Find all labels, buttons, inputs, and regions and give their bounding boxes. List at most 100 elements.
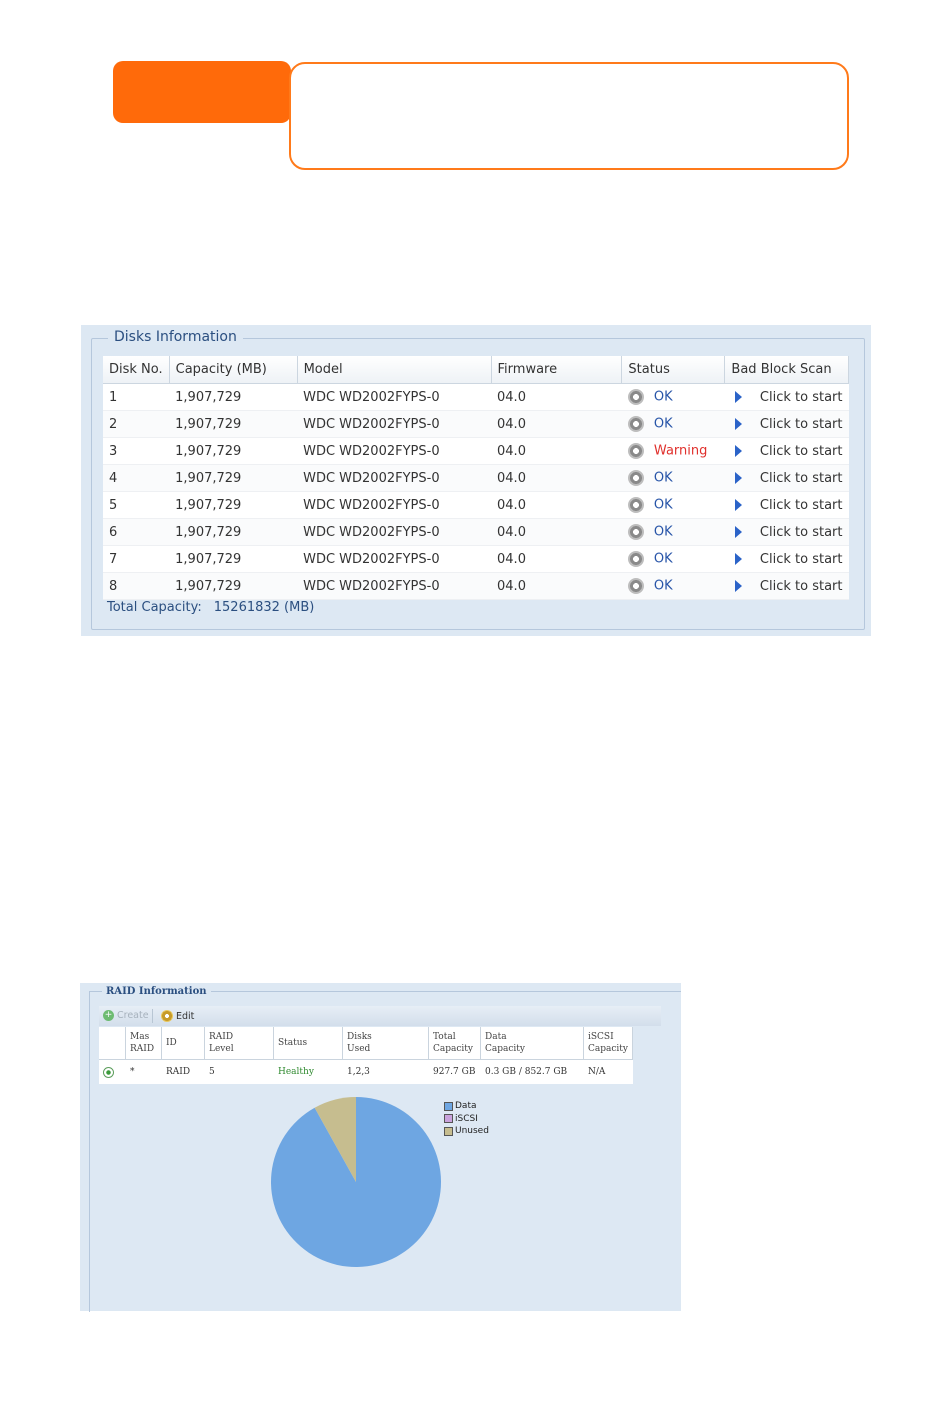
legend-swatch xyxy=(444,1101,453,1111)
click-to-start-link[interactable]: Click to start xyxy=(760,390,843,405)
column-header-select xyxy=(99,1027,126,1060)
play-icon[interactable] xyxy=(734,391,742,403)
click-to-start-link[interactable]: Click to start xyxy=(760,552,843,567)
table-row: 2 1,907,729 WDC WD2002FYPS-0 04.0 OK Click to… xyxy=(103,410,849,438)
disk-model: WDC WD2002FYPS-0 xyxy=(297,545,492,573)
play-icon[interactable] xyxy=(734,553,742,565)
radio-selected-icon[interactable] xyxy=(103,1066,114,1078)
column-header-master-raid[interactable]: Mas RAID xyxy=(125,1027,162,1060)
column-header-capacity[interactable]: Capacity (MB) xyxy=(169,356,298,384)
bad-block-scan[interactable]: Click to start xyxy=(724,410,849,438)
raid-row-select[interactable] xyxy=(99,1059,126,1084)
disk-model: WDC WD2002FYPS-0 xyxy=(297,437,492,465)
disk-capacity: 1,907,729 xyxy=(169,410,298,438)
raid-total-capacity: 927.7 GB xyxy=(428,1059,481,1084)
pie-legend: Data iSCSI Unused xyxy=(444,1100,489,1138)
disk-status: OK xyxy=(621,518,725,546)
column-header-bad-block-scan[interactable]: Bad Block Scan xyxy=(724,356,849,384)
click-to-start-link[interactable]: Click to start xyxy=(760,525,843,540)
disk-capacity: 1,907,729 xyxy=(169,464,298,492)
column-header-status[interactable]: Status xyxy=(273,1027,343,1060)
column-header-disk-no[interactable]: Disk No. xyxy=(103,356,170,384)
table-row: 6 1,907,729 WDC WD2002FYPS-0 04.0 OK Click to… xyxy=(103,518,849,546)
disk-status: OK xyxy=(621,572,725,600)
bad-block-scan[interactable]: Click to start xyxy=(724,572,849,600)
raid-table: Mas RAID ID RAID Level Status Disks Used To… xyxy=(99,1027,633,1084)
gear-icon[interactable] xyxy=(627,578,644,594)
legend-label: Unused xyxy=(455,1126,489,1137)
legend-item-data: Data xyxy=(444,1100,489,1113)
gear-icon[interactable] xyxy=(627,470,644,486)
edit-button-label: Edit xyxy=(176,1010,195,1022)
capacity-pie-chart xyxy=(271,1097,441,1267)
legend-item-unused: Unused xyxy=(444,1125,489,1138)
click-to-start-link[interactable]: Click to start xyxy=(760,444,843,459)
add-icon: + xyxy=(103,1010,114,1021)
disk-model: WDC WD2002FYPS-0 xyxy=(297,410,492,438)
column-header-firmware[interactable]: Firmware xyxy=(491,356,623,384)
gear-icon[interactable] xyxy=(627,497,644,513)
raid-status: Healthy xyxy=(273,1059,343,1084)
gear-icon[interactable] xyxy=(627,443,644,459)
disk-status-text: OK xyxy=(653,470,673,486)
click-to-start-link[interactable]: Click to start xyxy=(760,498,843,513)
column-header-disks-used[interactable]: Disks Used xyxy=(342,1027,429,1060)
total-capacity: Total Capacity: 15261832 (MB) xyxy=(107,600,314,615)
raid-information-panel: RAID Information + Create Edit Mas RAID I… xyxy=(80,983,681,1312)
table-row: 3 1,907,729 WDC WD2002FYPS-0 04.0 Warning Cli… xyxy=(103,437,849,465)
click-to-start-link[interactable]: Click to start xyxy=(760,579,843,594)
play-icon[interactable] xyxy=(734,526,742,538)
toolbar-separator xyxy=(152,1009,153,1023)
play-icon[interactable] xyxy=(734,472,742,484)
edit-button[interactable]: Edit xyxy=(161,1010,194,1022)
bad-block-scan[interactable]: Click to start xyxy=(724,518,849,546)
column-header-model[interactable]: Model xyxy=(297,356,492,384)
column-header-iscsi-capacity[interactable]: iSCSI Capacity xyxy=(583,1027,633,1060)
raid-panel-title: RAID Information xyxy=(102,986,211,997)
column-header-id[interactable]: ID xyxy=(161,1027,205,1060)
raid-toolbar: + Create Edit xyxy=(99,1006,661,1026)
play-icon[interactable] xyxy=(734,418,742,430)
legend-swatch xyxy=(444,1126,453,1136)
total-capacity-label: Total Capacity: xyxy=(107,600,202,615)
click-to-start-link[interactable]: Click to start xyxy=(760,417,843,432)
total-capacity-value: 15261832 (MB) xyxy=(213,600,315,615)
play-icon[interactable] xyxy=(734,580,742,592)
disk-firmware: 04.0 xyxy=(491,572,622,600)
disk-status: OK xyxy=(621,383,725,411)
disk-firmware: 04.0 xyxy=(491,545,622,573)
click-to-start-link[interactable]: Click to start xyxy=(760,471,843,486)
table-row: 1 1,907,729 WDC WD2002FYPS-0 04.0 OK Click to… xyxy=(103,383,849,411)
bad-block-scan[interactable]: Click to start xyxy=(724,383,849,411)
column-header-data-capacity[interactable]: Data Capacity xyxy=(480,1027,584,1060)
raid-iscsi-capacity: N/A xyxy=(583,1059,633,1084)
disk-status: OK xyxy=(621,410,725,438)
gear-icon[interactable] xyxy=(627,416,644,432)
column-header-raid-level[interactable]: RAID Level xyxy=(204,1027,274,1060)
gear-icon[interactable] xyxy=(627,551,644,567)
edit-gear-icon xyxy=(161,1010,173,1022)
disks-table: Disk No. Capacity (MB) Model Firmware St… xyxy=(103,356,849,600)
create-button[interactable]: + Create xyxy=(103,1010,149,1021)
disk-no: 3 xyxy=(103,437,170,465)
bad-block-scan[interactable]: Click to start xyxy=(724,437,849,465)
disk-status-text: OK xyxy=(653,524,673,540)
gear-icon[interactable] xyxy=(627,389,644,405)
disk-capacity: 1,907,729 xyxy=(169,572,298,600)
raid-master: * xyxy=(125,1059,162,1084)
gear-icon[interactable] xyxy=(627,524,644,540)
disk-no: 2 xyxy=(103,410,170,438)
bad-block-scan[interactable]: Click to start xyxy=(724,464,849,492)
disk-status: OK xyxy=(621,464,725,492)
disk-status: OK xyxy=(621,545,725,573)
raid-table-row[interactable]: * RAID 5 Healthy 1,2,3 927.7 GB 0.3 GB /… xyxy=(99,1059,633,1084)
disk-capacity: 1,907,729 xyxy=(169,383,298,411)
bad-block-scan[interactable]: Click to start xyxy=(724,545,849,573)
bad-block-scan[interactable]: Click to start xyxy=(724,491,849,519)
disk-model: WDC WD2002FYPS-0 xyxy=(297,464,492,492)
column-header-total-capacity[interactable]: Total Capacity xyxy=(428,1027,481,1060)
table-row: 5 1,907,729 WDC WD2002FYPS-0 04.0 OK Click to… xyxy=(103,491,849,519)
play-icon[interactable] xyxy=(734,445,742,457)
play-icon[interactable] xyxy=(734,499,742,511)
column-header-status[interactable]: Status xyxy=(621,356,726,384)
